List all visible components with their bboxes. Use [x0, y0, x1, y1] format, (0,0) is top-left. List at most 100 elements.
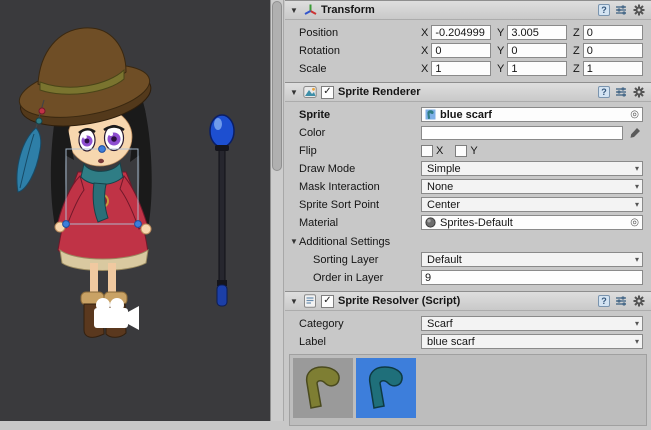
scale-x-field[interactable] — [431, 61, 491, 76]
eyedropper-icon[interactable] — [627, 127, 643, 139]
color-swatch[interactable] — [421, 126, 623, 140]
flip-y-label: Y — [470, 145, 477, 157]
inspector-panel: ▼ Transform ? — [285, 0, 651, 421]
sprite-sort-point-dropdown[interactable]: Center ▾ — [421, 197, 643, 212]
foldout-icon[interactable]: ▼ — [289, 6, 299, 15]
position-y-field[interactable] — [507, 25, 567, 40]
rotation-y-field[interactable] — [507, 43, 567, 58]
character-sprite[interactable] — [15, 28, 155, 337]
scale-row: Scale X Y Z — [285, 60, 651, 77]
label-label: Label — [299, 336, 421, 348]
sprite-sort-point-row: Sprite Sort Point Center ▾ — [285, 196, 651, 213]
presets-icon[interactable] — [614, 3, 628, 17]
flip-y-checkbox[interactable] — [455, 145, 467, 157]
axis-y-label: Y — [497, 27, 504, 39]
label-row: Label blue scarf ▾ — [285, 333, 651, 350]
sprite-variant-blue-scarf-selected[interactable] — [356, 358, 416, 418]
axis-y-label: Y — [497, 45, 504, 57]
scale-z-field[interactable] — [583, 61, 643, 76]
draw-mode-dropdown[interactable]: Simple ▾ — [421, 161, 643, 176]
flip-label: Flip — [299, 145, 421, 157]
scale-y-field[interactable] — [507, 61, 567, 76]
sprite-object-name: blue scarf — [440, 109, 492, 121]
object-picker-icon[interactable]: ◎ — [630, 110, 639, 120]
presets-icon[interactable] — [614, 85, 628, 99]
dropdown-arrow-icon: ▾ — [635, 200, 639, 209]
sprite-renderer-header[interactable]: ▼ ✓ Sprite Renderer ? — [285, 82, 651, 102]
axis-y-label: Y — [497, 63, 504, 75]
foldout-icon[interactable]: ▼ — [289, 237, 299, 246]
inspector-scrollbar[interactable] — [270, 0, 284, 421]
component-enabled-checkbox[interactable]: ✓ — [321, 86, 334, 99]
axis-x-label: X — [421, 63, 428, 75]
sprite-renderer-body: Sprite blue scarf ◎ Color — [285, 102, 651, 291]
dropdown-arrow-icon: ▾ — [635, 255, 639, 264]
sprite-label: Sprite — [299, 109, 421, 121]
rotation-z-field[interactable] — [583, 43, 643, 58]
sprite-row: Sprite blue scarf ◎ — [285, 106, 651, 123]
gear-icon[interactable] — [632, 85, 646, 99]
gear-icon[interactable] — [632, 294, 646, 308]
flip-x-label: X — [436, 145, 443, 157]
gear-icon[interactable] — [632, 3, 646, 17]
color-label: Color — [299, 127, 421, 139]
position-label: Position — [299, 27, 421, 39]
help-icon[interactable]: ? — [598, 86, 610, 98]
staff-sprite[interactable] — [210, 115, 234, 306]
axis-x-label: X — [421, 45, 428, 57]
foldout-icon[interactable]: ▼ — [289, 88, 299, 97]
sprite-resolver-body: Category Scarf ▾ Label blue scarf ▾ — [285, 311, 651, 430]
mask-interaction-value: None — [427, 181, 453, 193]
sprite-variant-green-scarf[interactable] — [293, 358, 353, 418]
sprite-sort-point-label: Sprite Sort Point — [299, 199, 421, 211]
mask-interaction-label: Mask Interaction — [299, 181, 421, 193]
sprite-resolver-script-icon — [303, 294, 317, 308]
scene-canvas — [0, 0, 270, 421]
mask-interaction-row: Mask Interaction None ▾ — [285, 178, 651, 195]
transform-icon — [303, 3, 317, 17]
category-label: Category — [299, 318, 421, 330]
sorting-layer-label: Sorting Layer — [299, 254, 421, 266]
sprite-sort-point-value: Center — [427, 199, 460, 211]
scene-view[interactable] — [0, 0, 270, 421]
mask-interaction-dropdown[interactable]: None ▾ — [421, 179, 643, 194]
help-icon[interactable]: ? — [598, 4, 610, 16]
rotation-label: Rotation — [299, 45, 421, 57]
additional-settings-label: Additional Settings — [299, 236, 390, 248]
presets-icon[interactable] — [614, 294, 628, 308]
position-x-field[interactable] — [431, 25, 491, 40]
label-dropdown[interactable]: blue scarf ▾ — [421, 334, 643, 349]
material-row: Material Sprites-Default ◎ — [285, 214, 651, 231]
material-object-field[interactable]: Sprites-Default ◎ — [421, 215, 643, 230]
additional-settings-foldout[interactable]: ▼ Additional Settings — [285, 233, 651, 250]
material-object-name: Sprites-Default — [440, 217, 513, 229]
help-icon[interactable]: ? — [598, 295, 610, 307]
transform-header[interactable]: ▼ Transform ? — [285, 0, 651, 20]
sorting-layer-row: Sorting Layer Default ▾ — [285, 251, 651, 268]
foldout-icon[interactable]: ▼ — [289, 297, 299, 306]
component-title: Sprite Renderer — [338, 86, 421, 98]
selection-handle — [99, 146, 106, 153]
object-picker-icon[interactable]: ◎ — [630, 218, 639, 228]
dropdown-arrow-icon: ▾ — [635, 182, 639, 191]
transform-body: Position X Y Z Rotation X Y Z — [285, 20, 651, 82]
axis-z-label: Z — [573, 45, 580, 57]
category-dropdown[interactable]: Scarf ▾ — [421, 316, 643, 331]
category-value: Scarf — [427, 318, 453, 330]
sprite-object-field[interactable]: blue scarf ◎ — [421, 107, 643, 122]
rotation-row: Rotation X Y Z — [285, 42, 651, 59]
camera-gizmo-icon[interactable] — [94, 298, 139, 330]
sorting-layer-dropdown[interactable]: Default ▾ — [421, 252, 643, 267]
dropdown-arrow-icon: ▾ — [635, 319, 639, 328]
selection-handle — [135, 221, 142, 228]
order-in-layer-field[interactable] — [421, 270, 643, 285]
component-enabled-checkbox[interactable]: ✓ — [321, 295, 334, 308]
rotation-x-field[interactable] — [431, 43, 491, 58]
scrollbar-thumb[interactable] — [272, 1, 282, 171]
position-z-field[interactable] — [583, 25, 643, 40]
draw-mode-row: Draw Mode Simple ▾ — [285, 160, 651, 177]
dropdown-arrow-icon: ▾ — [635, 337, 639, 346]
sorting-layer-value: Default — [427, 254, 462, 266]
sprite-resolver-header[interactable]: ▼ ✓ Sprite Resolver (Script) ? — [285, 291, 651, 311]
flip-x-checkbox[interactable] — [421, 145, 433, 157]
